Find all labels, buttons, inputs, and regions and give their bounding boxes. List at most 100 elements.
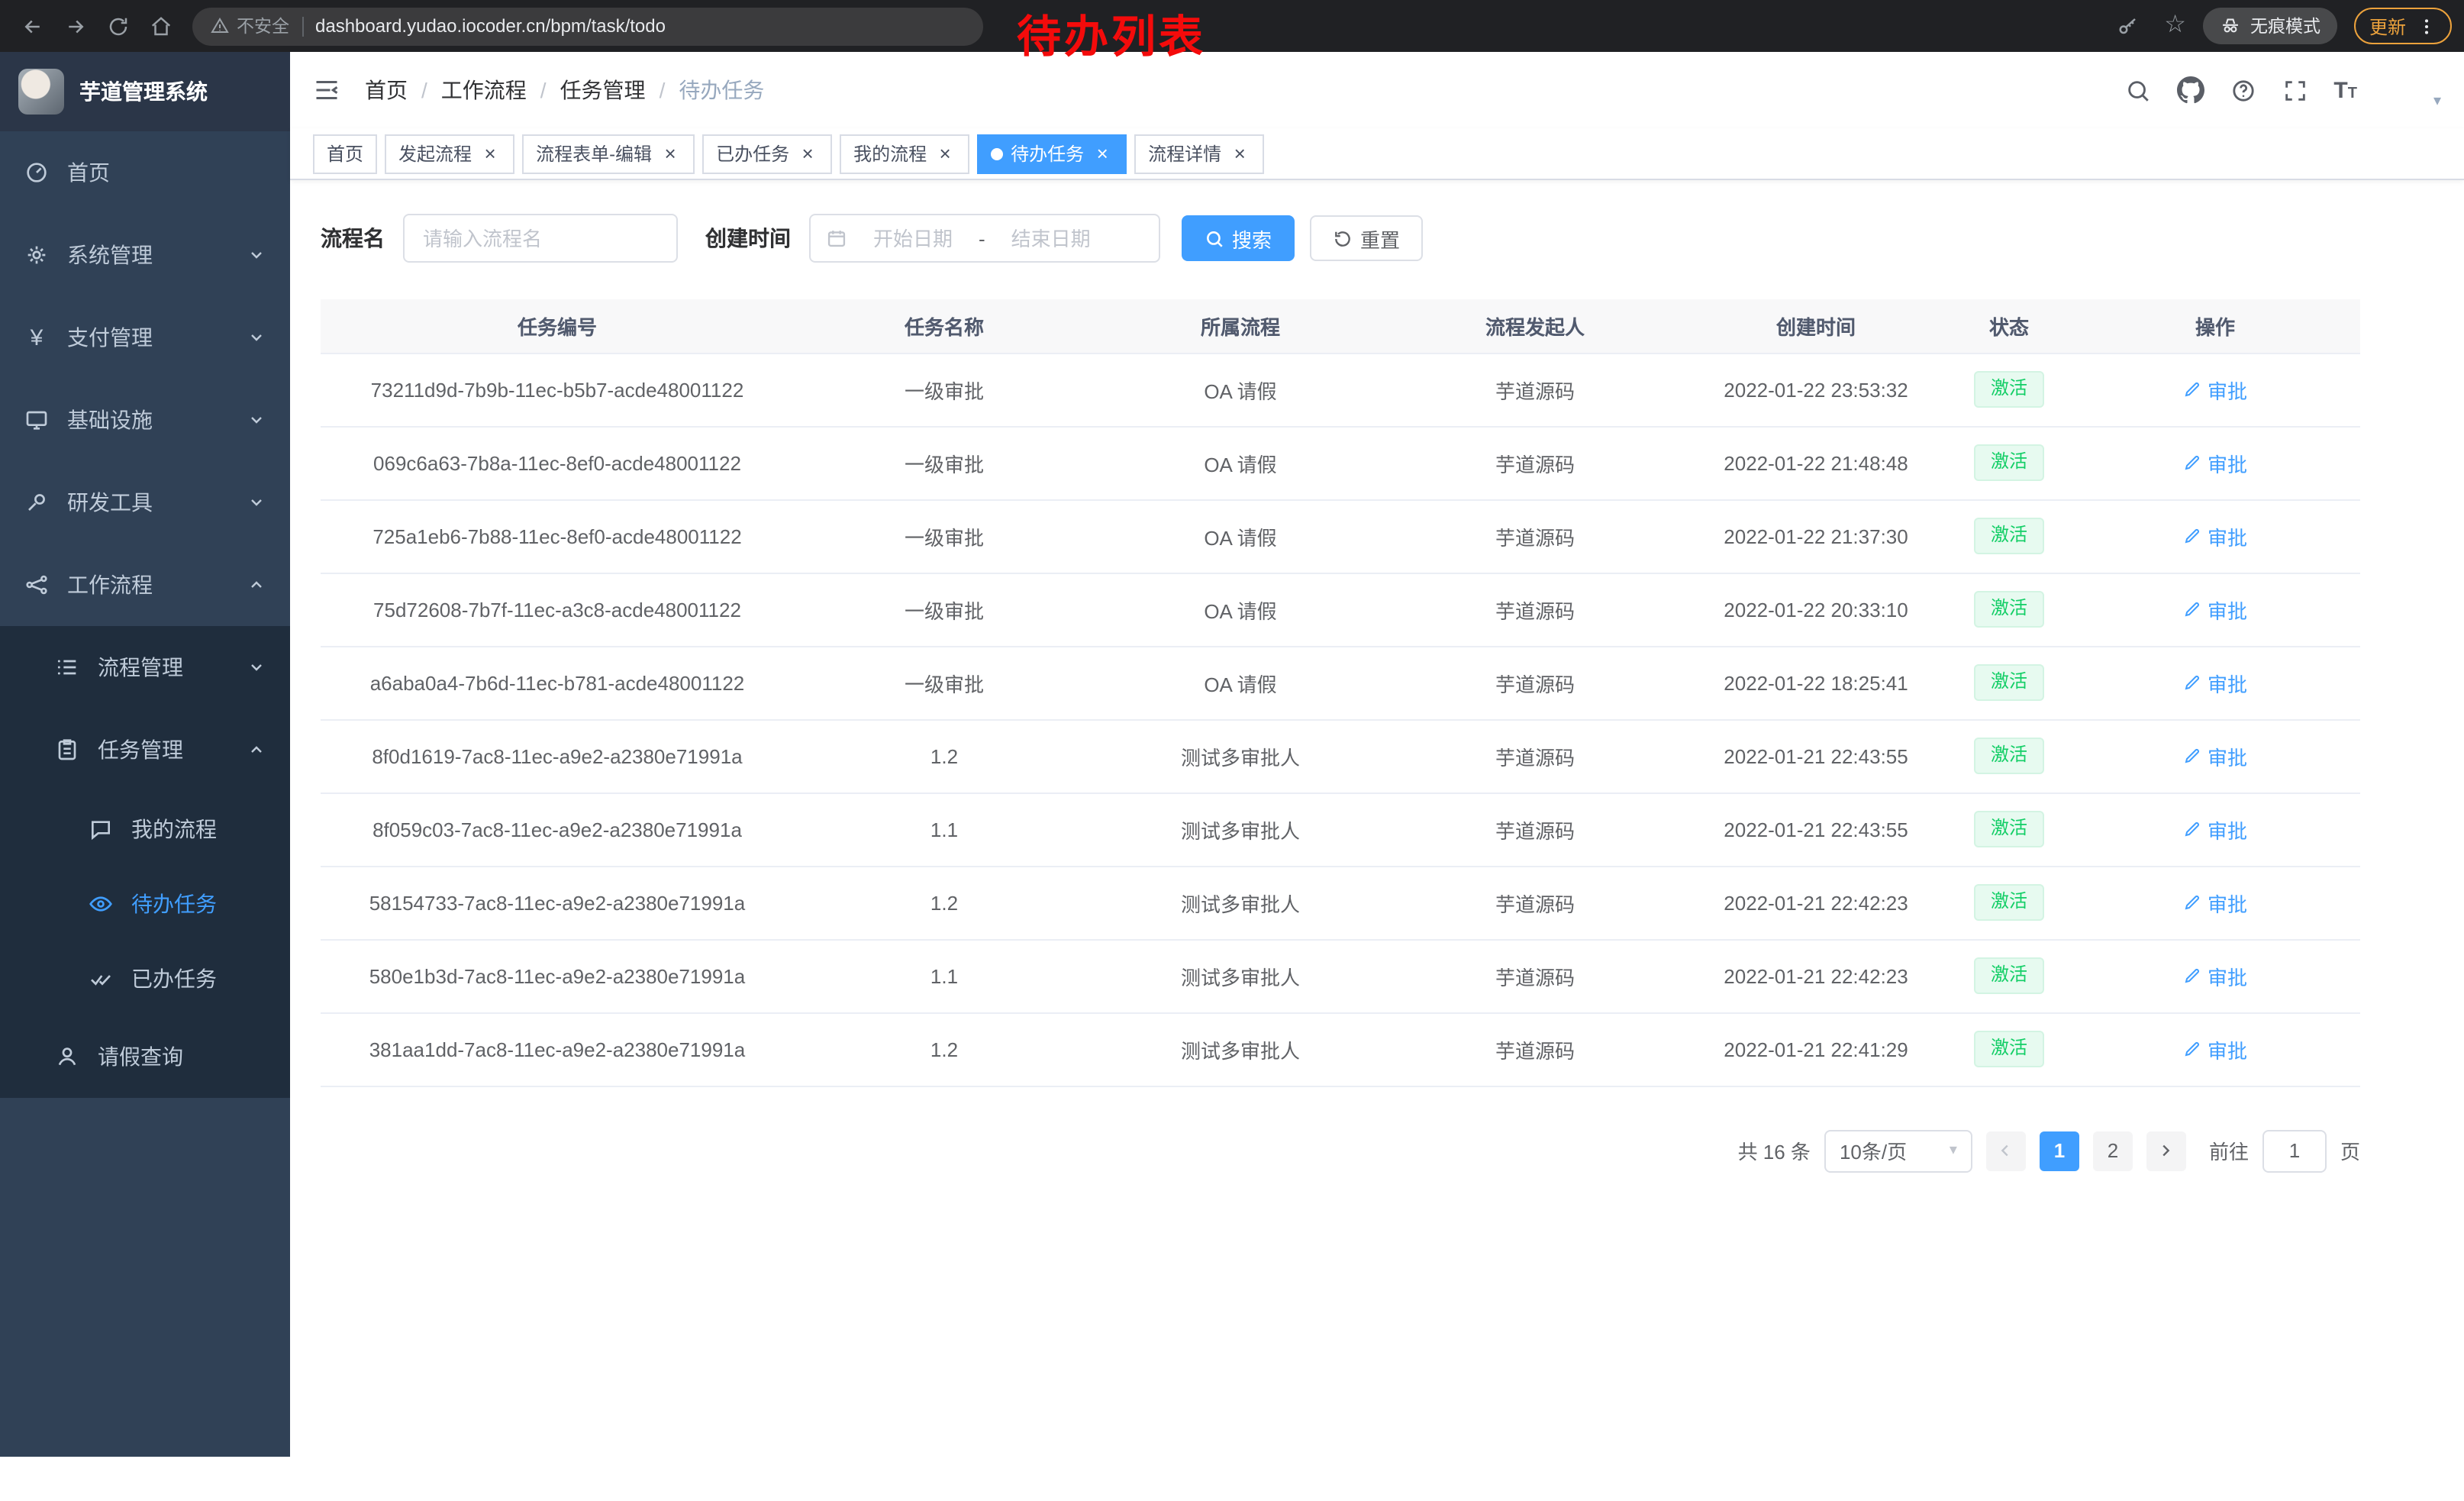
close-icon[interactable]: × bbox=[1092, 143, 1113, 164]
tab-start-process[interactable]: 发起流程 × bbox=[385, 134, 514, 173]
breadcrumb-item[interactable]: 任务管理 bbox=[560, 75, 646, 105]
process-name-input[interactable] bbox=[403, 214, 678, 263]
task-process: OA 请假 bbox=[1095, 353, 1386, 426]
sidebar-item-done-tasks[interactable]: 已办任务 bbox=[0, 941, 290, 1015]
breadcrumb-item[interactable]: 工作流程 bbox=[441, 75, 527, 105]
address-bar[interactable]: 不安全 dashboard.yudao.iocoder.cn/bpm/task/… bbox=[192, 7, 983, 45]
status-badge: 激活 bbox=[1974, 664, 2044, 700]
fullscreen-icon[interactable] bbox=[2282, 77, 2308, 103]
github-icon[interactable] bbox=[2176, 76, 2204, 104]
task-process: OA 请假 bbox=[1095, 573, 1386, 646]
screenshot-viewport: 不安全 dashboard.yudao.iocoder.cn/bpm/task/… bbox=[0, 0, 2464, 1501]
page-button-1[interactable]: 1 bbox=[2040, 1131, 2079, 1170]
chat-icon bbox=[89, 816, 113, 841]
col-status: 状态 bbox=[1948, 299, 2070, 353]
chevron-down-icon bbox=[247, 411, 266, 429]
sidebar-item-payment[interactable]: ¥ 支付管理 bbox=[0, 296, 290, 379]
approve-label: 审批 bbox=[2208, 668, 2247, 697]
sidebar-item-workflow[interactable]: 工作流程 bbox=[0, 544, 290, 626]
approve-link[interactable]: 审批 bbox=[2183, 1035, 2247, 1064]
refresh-icon[interactable] bbox=[98, 6, 137, 46]
breadcrumb-item[interactable]: 首页 bbox=[365, 75, 408, 105]
person-icon bbox=[55, 1044, 79, 1069]
dashboard-icon bbox=[24, 160, 49, 185]
approve-link[interactable]: 审批 bbox=[2183, 961, 2247, 990]
task-id: 725a1eb6-7b88-11ec-8ef0-acde48001122 bbox=[321, 499, 794, 573]
approve-link[interactable]: 审批 bbox=[2183, 888, 2247, 917]
incognito-badge: 无痕模式 bbox=[2203, 8, 2337, 44]
tab-home[interactable]: 首页 bbox=[313, 134, 377, 173]
breadcrumb-separator: / bbox=[660, 78, 666, 102]
next-page-button[interactable] bbox=[2146, 1131, 2186, 1170]
approve-link[interactable]: 审批 bbox=[2183, 521, 2247, 550]
avatar[interactable] bbox=[2383, 67, 2429, 113]
forward-icon[interactable] bbox=[55, 6, 95, 46]
sidebar-item-process-management[interactable]: 流程管理 bbox=[0, 626, 290, 709]
approve-link[interactable]: 审批 bbox=[2183, 595, 2247, 624]
close-icon[interactable]: × bbox=[1229, 143, 1250, 164]
edit-icon bbox=[2183, 600, 2201, 618]
task-name: 1.2 bbox=[794, 1012, 1095, 1086]
approve-link[interactable]: 审批 bbox=[2183, 741, 2247, 770]
bookmark-star-icon[interactable]: ☆ bbox=[2164, 14, 2186, 38]
close-icon[interactable]: × bbox=[479, 143, 501, 164]
url-divider bbox=[302, 16, 303, 36]
close-icon[interactable]: × bbox=[660, 143, 681, 164]
sidebar-collapse-icon[interactable] bbox=[313, 76, 340, 104]
search-icon[interactable] bbox=[2124, 77, 2150, 103]
task-name: 1.1 bbox=[794, 939, 1095, 1012]
sidebar-item-devtools[interactable]: 研发工具 bbox=[0, 461, 290, 544]
range-separator: - bbox=[979, 227, 985, 250]
sidebar-item-my-processes[interactable]: 我的流程 bbox=[0, 791, 290, 866]
tab-todo-tasks[interactable]: 待办任务 × bbox=[977, 134, 1127, 173]
tab-process-form-edit[interactable]: 流程表单-编辑 × bbox=[522, 134, 695, 173]
end-date-input[interactable] bbox=[995, 227, 1108, 250]
goto-page-input[interactable] bbox=[2262, 1129, 2327, 1172]
close-icon[interactable]: × bbox=[797, 143, 818, 164]
chevron-down-icon bbox=[247, 658, 266, 676]
help-icon[interactable] bbox=[2230, 77, 2256, 103]
close-icon[interactable]: × bbox=[934, 143, 956, 164]
task-time: 2022-01-22 21:48:48 bbox=[1684, 426, 1948, 499]
tab-my-processes[interactable]: 我的流程 × bbox=[840, 134, 969, 173]
magnifier-icon bbox=[1205, 228, 1224, 248]
page-size-select[interactable]: 10条/页 ▾ bbox=[1824, 1129, 1972, 1172]
key-icon[interactable] bbox=[2108, 6, 2147, 46]
update-button[interactable]: 更新 bbox=[2354, 8, 2452, 44]
approve-link[interactable]: 审批 bbox=[2183, 815, 2247, 844]
sidebar-logo[interactable]: 芋道管理系统 bbox=[0, 52, 290, 131]
sidebar-item-home[interactable]: 首页 bbox=[0, 131, 290, 214]
sidebar-item-infrastructure[interactable]: 基础设施 bbox=[0, 379, 290, 461]
sidebar-item-leave-query[interactable]: 请假查询 bbox=[0, 1015, 290, 1098]
col-create-time: 创建时间 bbox=[1684, 299, 1948, 353]
page-content: 流程名 创建时间 - 搜索 重置 bbox=[290, 180, 2464, 1172]
font-size-icon[interactable]: TT bbox=[2333, 79, 2357, 102]
search-button[interactable]: 搜索 bbox=[1182, 215, 1295, 261]
home-icon[interactable] bbox=[140, 6, 180, 46]
approve-link[interactable]: 审批 bbox=[2183, 448, 2247, 477]
approve-link[interactable]: 审批 bbox=[2183, 668, 2247, 697]
user-menu[interactable]: ▾ bbox=[2383, 67, 2441, 113]
back-icon[interactable] bbox=[12, 6, 52, 46]
approve-link[interactable]: 审批 bbox=[2183, 375, 2247, 404]
caret-down-icon: ▾ bbox=[2433, 95, 2441, 113]
breadcrumb: 首页 / 工作流程 / 任务管理 / 待办任务 bbox=[365, 75, 764, 105]
sidebar-item-system[interactable]: 系统管理 bbox=[0, 214, 290, 296]
process-name-label: 流程名 bbox=[321, 223, 385, 253]
security-warning[interactable]: 不安全 bbox=[211, 14, 289, 38]
sidebar-item-todo-tasks[interactable]: 待办任务 bbox=[0, 866, 290, 941]
sidebar-item-task-management[interactable]: 任务管理 bbox=[0, 709, 290, 791]
stage: 不安全 dashboard.yudao.iocoder.cn/bpm/task/… bbox=[0, 0, 2464, 1501]
sidebar-item-label: 基础设施 bbox=[67, 405, 153, 435]
page-button-2[interactable]: 2 bbox=[2093, 1131, 2133, 1170]
prev-page-button[interactable] bbox=[1986, 1131, 2026, 1170]
date-range-picker[interactable]: - bbox=[809, 214, 1160, 263]
task-time: 2022-01-21 22:43:55 bbox=[1684, 719, 1948, 792]
start-date-input[interactable] bbox=[856, 227, 969, 250]
reset-button[interactable]: 重置 bbox=[1310, 215, 1423, 261]
tab-process-detail[interactable]: 流程详情 × bbox=[1134, 134, 1264, 173]
menu-dots-icon[interactable] bbox=[2417, 16, 2437, 36]
task-id: 75d72608-7b7f-11ec-a3c8-acde48001122 bbox=[321, 573, 794, 646]
table-row: 069c6a63-7b8a-11ec-8ef0-acde48001122 一级审… bbox=[321, 426, 2360, 499]
tab-done-tasks[interactable]: 已办任务 × bbox=[702, 134, 832, 173]
